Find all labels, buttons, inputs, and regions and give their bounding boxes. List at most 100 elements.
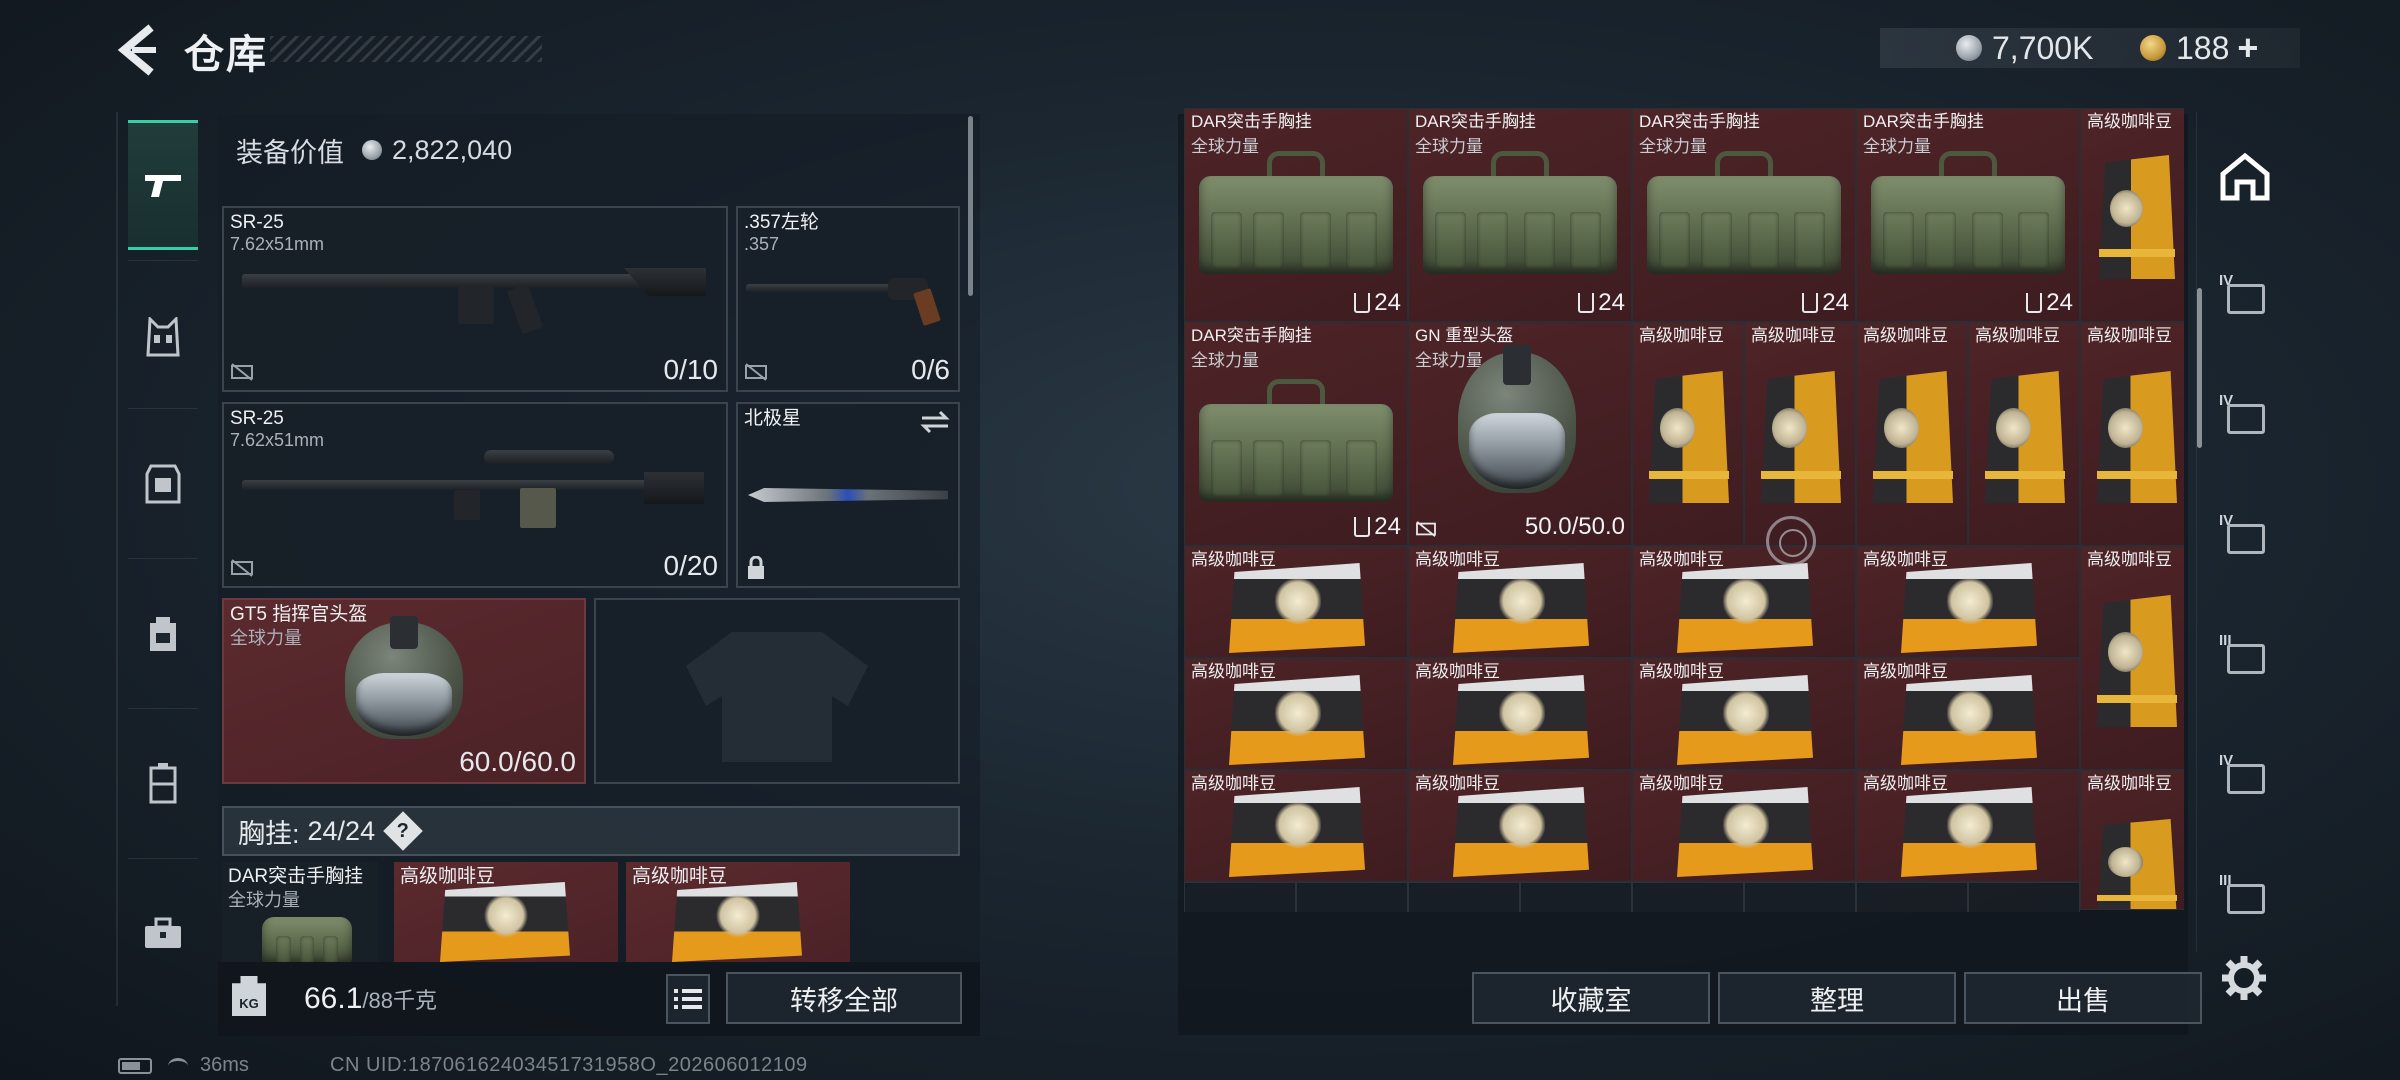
vest-image <box>1423 145 1617 285</box>
list-view-button[interactable] <box>666 974 710 1024</box>
stash-item-vest[interactable]: DAR突击手胸挂 全球力量 24 <box>1408 108 1632 322</box>
stash-item-coffee[interactable]: 高级咖啡豆 <box>1632 546 1856 658</box>
nav-armor[interactable] <box>128 418 198 548</box>
warehouse-icon <box>2220 152 2270 201</box>
vest-image <box>262 902 352 962</box>
revolver-image <box>746 284 896 292</box>
chest-rig-count: 24/24 <box>307 815 376 846</box>
empty-stash-cell[interactable] <box>1744 882 1856 912</box>
coffee-image <box>1229 787 1365 877</box>
stash-item-coffee[interactable]: 高级咖啡豆 <box>2080 108 2184 322</box>
silver-coin-icon <box>1956 35 1982 61</box>
stash-item-vest[interactable]: DAR突击手胸挂 全球力量 24 <box>1184 322 1408 546</box>
coffee-image <box>1901 787 2037 877</box>
helmet-slot[interactable]: GT5 指挥官头盔 全球力量 60.0/60.0 <box>222 598 586 784</box>
weapon-name: SR-25 <box>230 408 284 429</box>
rifle-scope <box>484 450 614 464</box>
stash-item-vest[interactable]: DAR突击手胸挂 全球力量 24 <box>1632 108 1856 322</box>
stash-item-coffee[interactable]: 高级咖啡豆 <box>2080 546 2184 770</box>
stash-item-vest[interactable]: DAR突击手胸挂 全球力量 24 <box>1184 108 1408 322</box>
empty-stash-cell[interactable] <box>1856 882 1968 912</box>
empty-stash-cell[interactable] <box>1184 882 1296 912</box>
stash-tab-strip: IV IV IV III IV III <box>2196 112 2270 952</box>
primary-weapon-slot[interactable]: SR-25 7.62x51mm 0/10 <box>222 206 728 392</box>
empty-stash-cell[interactable] <box>1408 882 1520 912</box>
weight-unit: /88千克 <box>362 988 437 1013</box>
settings-gear-icon[interactable] <box>2220 954 2268 1002</box>
stash-item-helmet[interactable]: GN 重型头盔 全球力量 50.0/50.0 <box>1408 322 1632 546</box>
stash-tab-5[interactable]: IV <box>2219 752 2271 804</box>
vest-slot-icon <box>1354 293 1371 313</box>
rifle-magazine <box>454 490 480 520</box>
nav-chest-rig[interactable] <box>128 272 198 402</box>
body-armor-icon <box>145 464 181 504</box>
empty-stash-cell[interactable] <box>1968 882 2080 912</box>
sell-button[interactable]: 出售 <box>1964 972 2202 1024</box>
empty-stash-cell[interactable] <box>1520 882 1632 912</box>
stash-item-coffee[interactable]: 高级咖啡豆 <box>1856 546 2080 658</box>
item-name: 高级咖啡豆 <box>1751 326 1836 345</box>
stash-item-vest[interactable]: DAR突击手胸挂 全球力量 24 <box>1856 108 2080 322</box>
stash-item-coffee[interactable]: 高级咖啡豆 <box>1184 546 1408 658</box>
organize-button[interactable]: 整理 <box>1718 972 1956 1024</box>
ammo-count: 0/6 <box>911 354 950 385</box>
transfer-all-button[interactable]: 转移全部 <box>726 972 962 1024</box>
stash-item-coffee[interactable]: 高级咖啡豆 <box>2080 770 2184 910</box>
equipment-scrollbar[interactable] <box>968 116 973 296</box>
stash-tab-6[interactable]: III <box>2219 872 2271 924</box>
melee-slot[interactable]: 北极星 <box>736 402 960 588</box>
stash-tab-3[interactable]: IV <box>2219 512 2271 564</box>
stash-item-coffee[interactable]: 高级咖啡豆 <box>1856 322 1968 546</box>
stash-item-coffee[interactable]: 高级咖啡豆 <box>1632 658 1856 770</box>
stash-item-coffee[interactable]: 高级咖啡豆 <box>1744 322 1856 546</box>
nav-backpack[interactable] <box>128 568 198 698</box>
weapon-name: SR-25 <box>230 212 284 233</box>
add-currency-icon[interactable]: + <box>2237 27 2258 69</box>
stash-item-coffee[interactable]: 高级咖啡豆 <box>1632 322 1744 546</box>
stash-item-coffee[interactable]: 高级咖啡豆 <box>1408 658 1632 770</box>
stash-tab-4[interactable]: III <box>2219 632 2271 684</box>
sidearm-slot[interactable]: .357左轮 .357 0/6 <box>736 206 960 392</box>
stash-item-coffee[interactable]: 高级咖啡豆 <box>1408 770 1632 882</box>
body-armor-slot-empty[interactable] <box>594 598 960 784</box>
swap-icon[interactable] <box>920 410 950 434</box>
stash-item-coffee[interactable]: 高级咖啡豆 <box>1968 322 2080 546</box>
vest-slot-icon <box>2026 293 2043 313</box>
user-uid: CN UID:18706162403451731958O_20260601210… <box>330 1054 808 1076</box>
stash-item-coffee[interactable]: 高级咖啡豆 <box>1184 658 1408 770</box>
stash-tab-1[interactable]: IV <box>2219 272 2271 324</box>
tab-strip-scrollbar[interactable] <box>2197 288 2202 448</box>
stash-item-coffee[interactable]: 高级咖啡豆 <box>1184 770 1408 882</box>
secondary-weapon-slot[interactable]: SR-25 7.62x51mm 0/20 <box>222 402 728 588</box>
coffee-image <box>2097 371 2177 503</box>
backpack-icon <box>150 617 176 651</box>
gold-currency[interactable]: 188 + <box>2140 27 2258 69</box>
rig-item-vest[interactable]: DAR突击手胸挂 全球力量 <box>222 862 378 962</box>
page-title: 仓库 <box>184 33 268 77</box>
help-button[interactable]: ? <box>383 811 423 851</box>
silver-currency: 7,700K <box>1956 28 2093 68</box>
nav-toolbox[interactable] <box>128 868 198 998</box>
stash-item-coffee[interactable]: 高级咖啡豆 <box>2080 322 2184 546</box>
rig-item-coffee[interactable]: 高级咖啡豆 <box>626 862 850 962</box>
stash-item-coffee[interactable]: 高级咖啡豆 <box>1408 546 1632 658</box>
stash-tab-main[interactable] <box>2219 152 2271 204</box>
item-slots: 24 <box>2026 289 2073 317</box>
stash-item-coffee[interactable]: 高级咖啡豆 <box>1856 658 2080 770</box>
stash-tab-2[interactable]: IV <box>2219 392 2271 444</box>
nav-container[interactable] <box>128 718 198 848</box>
stash-item-coffee[interactable]: 高级咖啡豆 <box>1632 770 1856 882</box>
nav-weapons[interactable] <box>128 120 198 250</box>
slot-count: 24 <box>1374 289 1401 316</box>
rig-item-coffee[interactable]: 高级咖啡豆 <box>394 862 618 962</box>
weapon-caliber: .357 <box>744 234 780 254</box>
stash-item-coffee[interactable]: 高级咖啡豆 <box>1856 770 2080 882</box>
empty-stash-cell[interactable] <box>1632 882 1744 912</box>
equipment-value-label: 装备价值 <box>236 137 344 168</box>
back-arrow-icon[interactable] <box>112 20 160 80</box>
coffee-image <box>1677 563 1813 653</box>
container-icon <box>2227 644 2265 674</box>
melee-name: 北极星 <box>744 408 802 429</box>
empty-stash-cell[interactable] <box>1296 882 1408 912</box>
collection-room-button[interactable]: 收藏室 <box>1472 972 1710 1024</box>
